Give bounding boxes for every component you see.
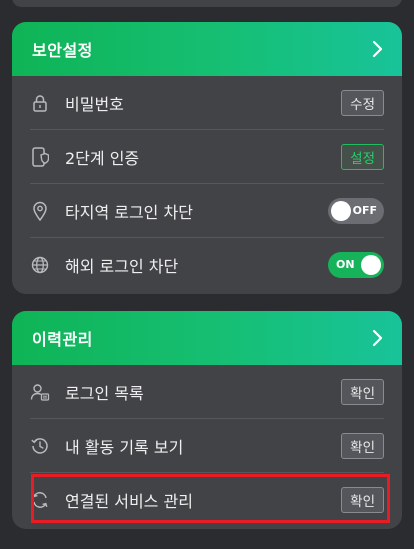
setup-two-factor-button[interactable]: 설정 (341, 143, 384, 170)
view-login-list-button[interactable]: 확인 (341, 378, 384, 405)
security-item-region-block: 타지역 로그인 차단 OFF (30, 184, 384, 238)
history-item-login-list: 로그인 목록 확인 (30, 365, 384, 419)
security-settings-header[interactable]: 보안설정 (12, 22, 402, 76)
phone-shield-icon (30, 146, 50, 167)
sync-icon (30, 490, 50, 510)
chevron-right-icon[interactable] (372, 40, 384, 58)
toggle-knob (361, 255, 381, 275)
security-settings-card: 보안설정 비밀번호 수정 2단계 인증 설정 타지역 로그인 차단 OFF 해외… (12, 22, 402, 294)
history-management-card: 이력관리 로그인 목록 확인 내 활동 기록 보기 확인 연결된 서비스 관리 (12, 311, 402, 529)
edit-password-button[interactable]: 수정 (341, 89, 384, 116)
history-management-title: 이력관리 (32, 330, 93, 349)
manage-connected-services-button[interactable]: 확인 (341, 487, 384, 513)
overseas-block-toggle[interactable]: ON (328, 252, 384, 278)
password-label: 비밀번호 (65, 94, 124, 114)
history-management-header[interactable]: 이력관리 (12, 311, 402, 365)
toggle-on-text: ON (336, 258, 355, 271)
chevron-right-icon[interactable] (372, 329, 384, 347)
previous-card (12, 0, 402, 7)
security-settings-title: 보안설정 (32, 41, 93, 60)
user-list-icon (30, 382, 50, 402)
two-factor-label: 2단계 인증 (65, 148, 140, 168)
history-icon (30, 436, 50, 456)
history-item-activity: 내 활동 기록 보기 확인 (30, 419, 384, 473)
overseas-block-label: 해외 로그인 차단 (65, 257, 179, 276)
history-item-connected-services: 연결된 서비스 관리 확인 (30, 473, 384, 527)
view-activity-log-button[interactable]: 확인 (341, 432, 384, 459)
security-item-overseas-block: 해외 로그인 차단 ON (30, 238, 384, 292)
globe-icon (30, 255, 50, 275)
toggle-off-text: OFF (352, 203, 377, 217)
activity-log-label: 내 활동 기록 보기 (65, 437, 184, 457)
location-pin-icon (30, 201, 50, 221)
connected-services-label: 연결된 서비스 관리 (65, 492, 193, 511)
region-block-label: 타지역 로그인 차단 (65, 202, 193, 222)
login-list-label: 로그인 목록 (65, 383, 144, 403)
toggle-knob (331, 200, 351, 221)
security-item-two-factor: 2단계 인증 설정 (30, 130, 384, 184)
region-block-toggle[interactable]: OFF (328, 197, 384, 224)
lock-icon (30, 93, 50, 113)
security-item-password: 비밀번호 수정 (30, 76, 384, 130)
